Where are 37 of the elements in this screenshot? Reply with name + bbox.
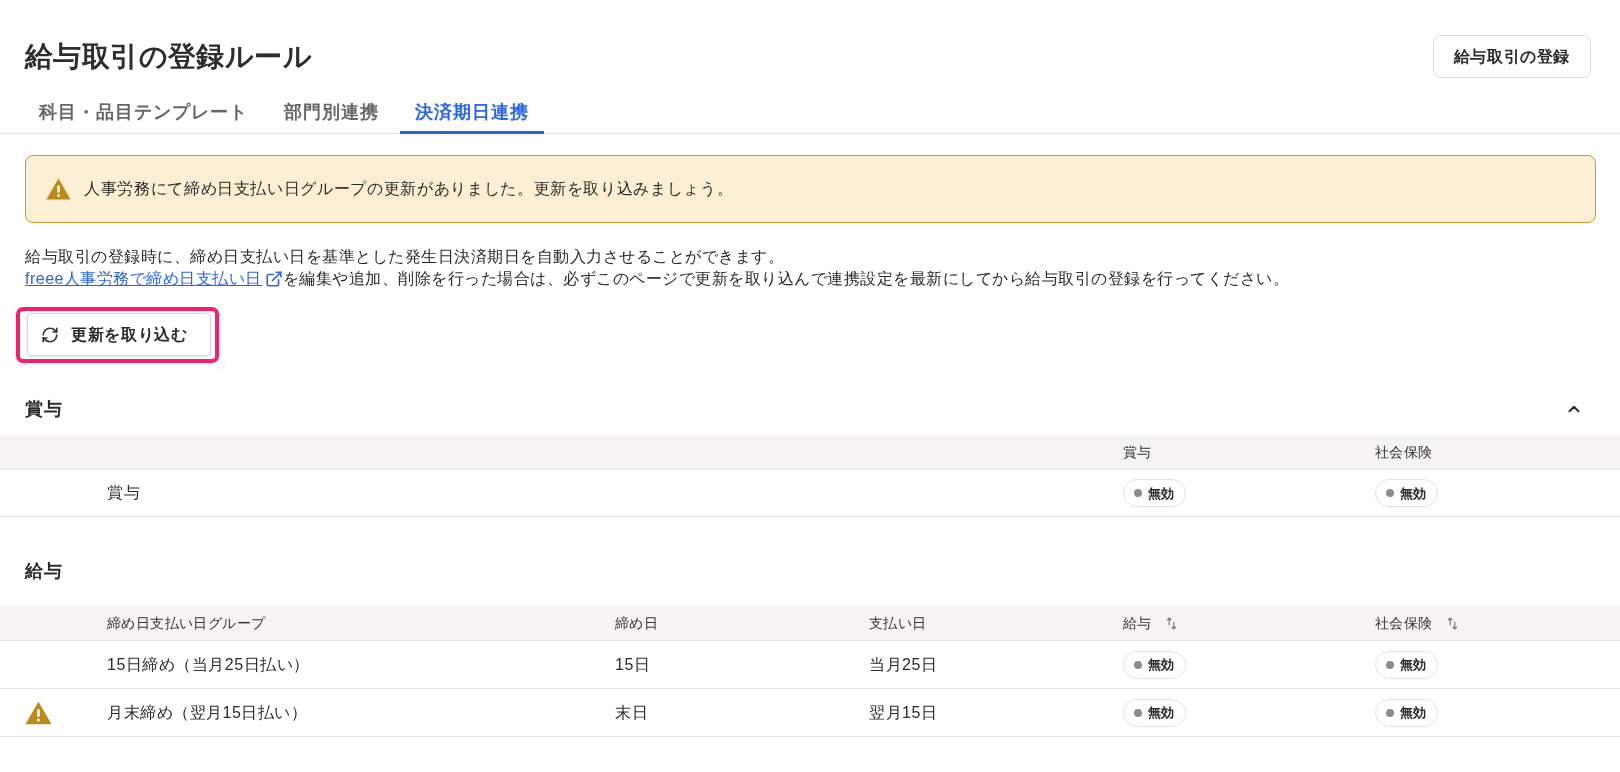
table-cell: 翌月15日	[869, 703, 938, 721]
external-link-icon	[264, 270, 283, 288]
description-text: freee人事労務で締め日支払い日 を編集や追加、削除を行った場合は、必ずこのページで更新を取り込んで連携設定を最新にしてから給与取引の登録を行ってください。	[25, 268, 1595, 290]
column-header: 締め日	[615, 613, 659, 633]
status-label: 無効	[1148, 706, 1174, 719]
column-header: 給与	[1123, 613, 1152, 633]
tab[interactable]: 科目・品目テンプレート	[24, 90, 263, 134]
column-header: 社会保険	[1375, 444, 1433, 460]
hr-settings-link[interactable]: freee人事労務で締め日支払い日	[25, 268, 283, 290]
section-title: 給与	[25, 560, 62, 583]
register-transaction-button[interactable]: 給与取引の登録	[1432, 35, 1591, 78]
table-cell: 15日締め（当月25日払い）	[107, 655, 310, 673]
description-text: 給与取引の登録時に、締め日支払い日を基準とした発生日決済期日を自動入力させることができます。	[25, 247, 785, 267]
table-cell: 当月25日	[869, 655, 938, 673]
column-header: 支払い日	[869, 613, 927, 633]
table-cell: 賞与	[107, 484, 140, 501]
sort-icon[interactable]	[1165, 616, 1177, 630]
table-cell: 末日	[615, 703, 648, 721]
status-label: 無効	[1400, 658, 1426, 671]
status-label: 無効	[1400, 706, 1426, 719]
section-title: 賞与	[25, 398, 62, 421]
tab[interactable]: 決済期日連携	[400, 90, 544, 134]
table-cell: 月末締め（翌月15日払い）	[107, 703, 308, 721]
column-header: 社会保険	[1375, 613, 1433, 633]
banner-message: 人事労務にて締め日支払い日グループの更新がありました。更新を取り込みましょう。	[84, 179, 734, 199]
status-label: 無効	[1148, 658, 1174, 671]
tab[interactable]: 部門別連携	[269, 90, 394, 134]
refresh-icon	[41, 325, 59, 344]
status-label: 無効	[1148, 486, 1174, 500]
column-header: 賞与	[1123, 444, 1152, 460]
sort-icon[interactable]	[1446, 616, 1458, 630]
page-title: 給与取引の登録ルール	[25, 39, 312, 74]
warning-icon	[46, 178, 71, 200]
column-header: 締め日支払い日グループ	[107, 613, 266, 633]
table-cell: 15日	[615, 655, 651, 673]
import-updates-button[interactable]: 更新を取り込む	[27, 313, 211, 356]
status-label: 無効	[1400, 486, 1426, 500]
